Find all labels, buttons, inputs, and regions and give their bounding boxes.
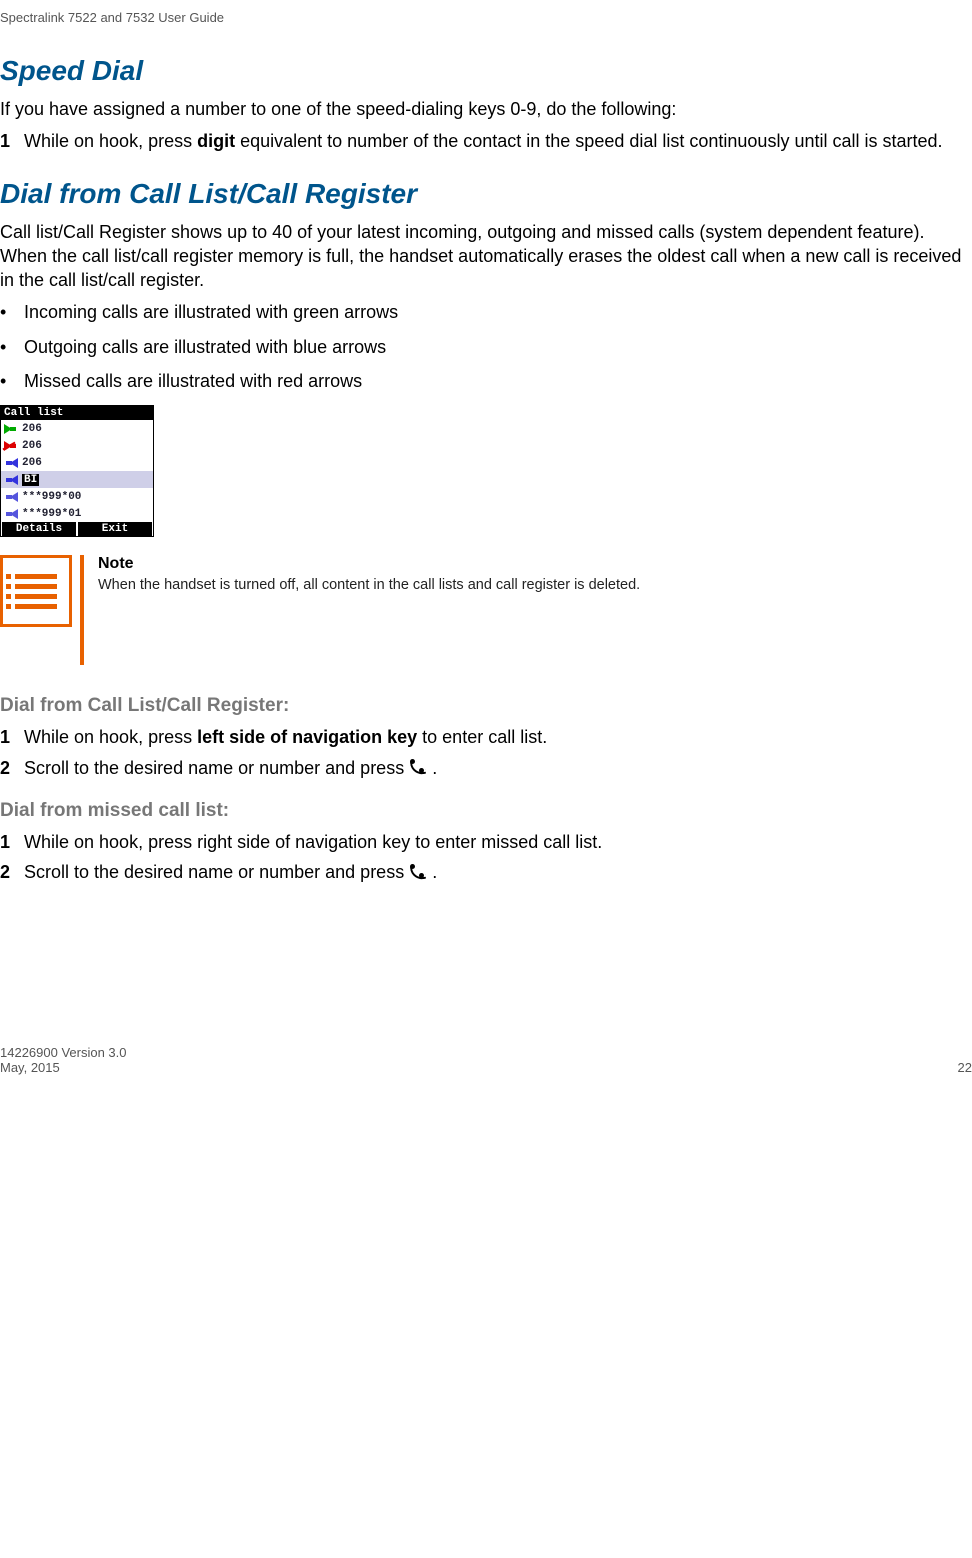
note-divider xyxy=(80,555,84,665)
dial-missed-step-1: 1While on hook, press right side of navi… xyxy=(0,830,972,854)
softkey-details: Details xyxy=(2,522,76,536)
step-text: Scroll to the desired name or number and… xyxy=(24,862,409,882)
call-register-intro: Call list/Call Register shows up to 40 o… xyxy=(0,220,972,293)
note-block: Note When the handset is turned off, all… xyxy=(0,555,972,665)
call-list-row-text: 206 xyxy=(22,457,42,469)
bullet-outgoing: Outgoing calls are illustrated with blue… xyxy=(0,335,972,359)
call-list-row: 206 xyxy=(1,454,153,471)
running-header: Spectralink 7522 and 7532 User Guide xyxy=(0,10,972,55)
call-list-row: 206 xyxy=(1,420,153,437)
dial-missed-step-2: 2Scroll to the desired name or number an… xyxy=(0,860,972,884)
subhead-dial-from-missed: Dial from missed call list: xyxy=(0,800,972,822)
arrow-outgoing-icon xyxy=(4,509,18,519)
page-number: 22 xyxy=(958,1060,972,1075)
footer-doc-id: 14226900 Version 3.0 xyxy=(0,1045,127,1060)
step-text-post: . xyxy=(427,862,437,882)
arrow-incoming-icon xyxy=(4,424,18,434)
arrow-missed-icon xyxy=(4,441,18,451)
bullet-missed: Missed calls are illustrated with red ar… xyxy=(0,369,972,393)
call-list-header: Call list xyxy=(1,406,153,420)
call-list-row: 206 xyxy=(1,437,153,454)
step-text-post: to enter call list. xyxy=(417,727,547,747)
speed-dial-intro: If you have assigned a number to one of … xyxy=(0,97,972,121)
note-body: When the handset is turned off, all cont… xyxy=(98,577,640,593)
step-text: While on hook, press xyxy=(24,131,197,151)
page-footer: 14226900 Version 3.0 May, 2015 22 xyxy=(0,1045,972,1075)
softkey-exit: Exit xyxy=(78,522,152,536)
step-text-post: . xyxy=(427,758,437,778)
call-list-row-text: BI xyxy=(22,474,39,486)
dial-list-step-2: 2Scroll to the desired name or number an… xyxy=(0,756,972,780)
call-list-row-text: ***999*00 xyxy=(22,491,81,503)
heading-call-register: Dial from Call List/Call Register xyxy=(0,178,972,210)
step-bold: left side of navigation key xyxy=(197,727,417,747)
arrow-outgoing-icon xyxy=(4,492,18,502)
step-text: While on hook, press xyxy=(24,727,197,747)
step-bold: digit xyxy=(197,131,235,151)
step-text-post: equivalent to number of the contact in t… xyxy=(235,131,942,151)
step-text: Scroll to the desired name or number and… xyxy=(24,758,409,778)
call-list-row: ***999*01 xyxy=(1,505,153,522)
call-list-screenshot: Call list 206 206 206 BI ***999*00 ***99… xyxy=(0,405,152,537)
speed-dial-step-1: 1While on hook, press digit equivalent t… xyxy=(0,129,972,153)
call-list-row: ***999*00 xyxy=(1,488,153,505)
footer-date: May, 2015 xyxy=(0,1060,127,1075)
arrow-outgoing-icon xyxy=(4,458,18,468)
call-list-row-selected: BI xyxy=(1,471,153,488)
step-text: While on hook, press right side of navig… xyxy=(24,832,602,852)
bullet-incoming: Incoming calls are illustrated with gree… xyxy=(0,300,972,324)
arrow-outgoing-icon xyxy=(4,475,18,485)
heading-speed-dial: Speed Dial xyxy=(0,55,972,87)
subhead-dial-from-list: Dial from Call List/Call Register: xyxy=(0,695,972,717)
dial-list-step-1: 1While on hook, press left side of navig… xyxy=(0,725,972,749)
call-list-row-text: 206 xyxy=(22,423,42,435)
note-icon xyxy=(0,555,72,627)
note-title: Note xyxy=(98,555,640,573)
phone-icon xyxy=(409,759,427,777)
call-list-row-text: 206 xyxy=(22,440,42,452)
phone-icon xyxy=(409,864,427,882)
call-list-row-text: ***999*01 xyxy=(22,508,81,520)
